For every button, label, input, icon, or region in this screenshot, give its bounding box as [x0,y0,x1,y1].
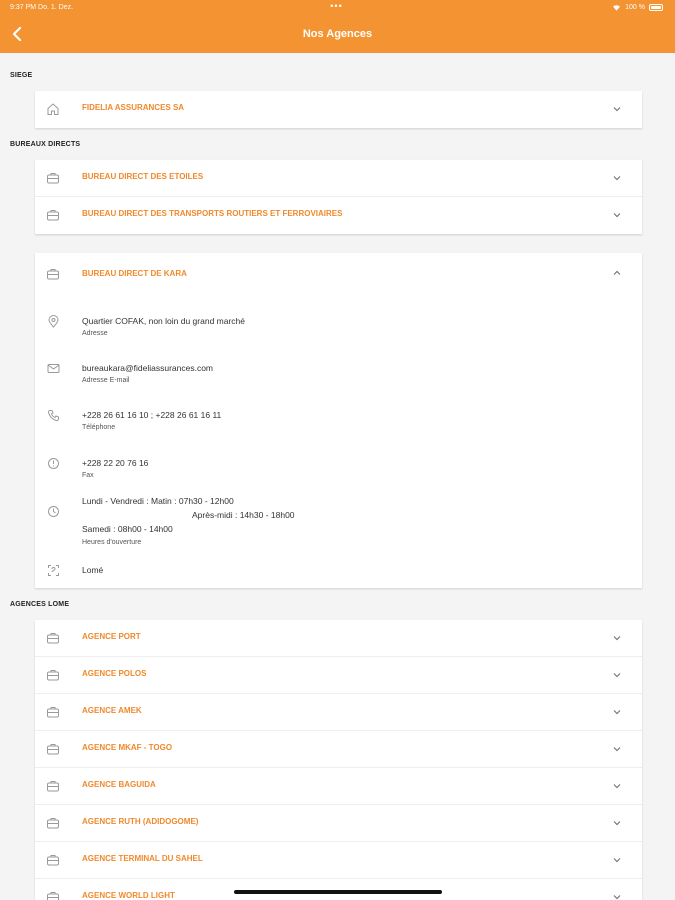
briefcase-icon [47,670,59,681]
multitask-dots: ••• [330,1,343,11]
list-item-agence-port[interactable]: AGENCE PORT [35,620,642,657]
briefcase-icon [47,269,59,280]
status-right: 100 % [612,4,663,11]
list-item-label: AGENCE RUTH (ADIDOGOME) [82,817,199,826]
phone-value[interactable]: +228 26 61 16 10 ; +228 26 61 16 11 [82,409,221,422]
status-bar: 9:37 PM Do. 1. Dez. ••• 100 % [10,1,663,14]
hours-label: Heures d'ouverture [82,539,142,546]
detail-city: Lomé [35,564,642,580]
chevron-down-icon [613,107,621,112]
list-item-label: AGENCE AMEK [82,706,142,715]
list-item-label: AGENCE PORT [82,632,141,641]
briefcase-icon [47,818,59,829]
battery-icon [649,4,663,11]
home-icon [47,103,59,115]
list-item-agence-ruth[interactable]: AGENCE RUTH (ADIDOGOME) [35,805,642,842]
list-item-etoiles[interactable]: BUREAU DIRECT DES ETOILES [35,160,642,197]
list-item-agence-amek[interactable]: AGENCE AMEK [35,694,642,731]
briefcase-icon [47,707,59,718]
section-title-bureaux: BUREAUX DIRECTS [10,141,81,148]
list-item-agence-mkaf[interactable]: AGENCE MKAF - TOGO [35,731,642,768]
list-item-label: AGENCE POLOS [82,669,147,678]
detail-address: Quartier COFAK, non loin du grand marché… [35,315,642,345]
list-item-fidelia[interactable]: FIDELIA ASSURANCES SA [35,91,642,128]
fax-label: Fax [82,472,94,479]
chevron-down-icon [613,636,621,641]
card-bureaux: BUREAU DIRECT DES ETOILES BUREAU DIRECT … [35,160,642,234]
location-pin-icon [48,315,59,328]
fax-value: +228 22 20 76 16 [82,458,149,468]
address-value: Quartier COFAK, non loin du grand marché [82,316,245,326]
city-icon [48,565,59,576]
card-siege: FIDELIA ASSURANCES SA [35,91,642,128]
hours-line2: Après-midi : 14h30 - 18h00 [192,510,295,520]
card-agences: AGENCE PORT AGENCE POLOS AGENCE AMEK AGE… [35,620,642,900]
chevron-down-icon [613,213,621,218]
chevron-up-icon [613,270,621,275]
section-title-agences: AGENCES LOME [10,601,70,608]
email-label: Adresse E-mail [82,377,130,384]
fax-icon [48,458,59,469]
clock-icon [48,506,59,517]
phone-label: Téléphone [82,424,116,431]
briefcase-icon [47,173,59,184]
chevron-down-icon [613,895,621,900]
list-item-agence-terminal-sahel[interactable]: AGENCE TERMINAL DU SAHEL [35,842,642,879]
briefcase-icon [47,892,59,900]
chevron-down-icon [613,176,621,181]
section-title-siege: SIEGE [10,72,33,79]
detail-phone: +228 26 61 16 10 ; +228 26 61 16 11 Télé… [35,409,642,439]
chevron-down-icon [613,747,621,752]
briefcase-icon [47,855,59,866]
city-value: Lomé [82,565,104,575]
address-label: Adresse [82,330,108,337]
hours-line1: Lundi - Vendredi : Matin : 07h30 - 12h00 [82,496,234,506]
wifi-icon [613,5,621,11]
list-item-label: AGENCE BAGUIDA [82,780,156,789]
briefcase-icon [47,633,59,644]
status-time: 9:37 PM Do. 1. Dez. [10,4,74,11]
page-title: Nos Agences [302,28,373,40]
chevron-down-icon [613,821,621,826]
list-item-label: AGENCE MKAF - TOGO [82,743,173,752]
list-item-label: BUREAU DIRECT DES ETOILES [82,172,204,181]
briefcase-icon [47,781,59,792]
detail-hours: Lundi - Vendredi : Matin : 07h30 - 12h00… [35,495,642,551]
detail-email: bureaukara@fideliassurances.com Adresse … [35,362,642,392]
list-item-kara[interactable]: BUREAU DIRECT DE KARA [35,253,642,290]
list-item-label: BUREAU DIRECT DE KARA [82,269,187,278]
hours-line3: Samedi : 08h00 - 14h00 [82,524,173,534]
card-kara-expanded: BUREAU DIRECT DE KARA Quartier COFAK, no… [35,253,642,588]
top-bar: 9:37 PM Do. 1. Dez. ••• 100 % Nos Agence… [0,0,675,53]
list-item-agence-polos[interactable]: AGENCE POLOS [35,657,642,694]
chevron-down-icon [613,784,621,789]
app-window: 9:37 PM Do. 1. Dez. ••• 100 % Nos Agence… [0,0,675,900]
list-item-label: AGENCE WORLD LIGHT [82,891,175,900]
list-item-agence-baguida[interactable]: AGENCE BAGUIDA [35,768,642,805]
briefcase-icon [47,744,59,755]
list-item-label: FIDELIA ASSURANCES SA [82,103,185,112]
chevron-down-icon [613,710,621,715]
email-value[interactable]: bureaukara@fideliassurances.com [82,362,213,375]
list-item-label: AGENCE TERMINAL DU SAHEL [82,854,203,863]
list-item-label: BUREAU DIRECT DES TRANSPORTS ROUTIERS ET… [82,209,343,218]
briefcase-icon [47,210,59,221]
battery-percent: 100 % [625,4,645,11]
chevron-down-icon [613,858,621,863]
chevron-down-icon [613,673,621,678]
detail-fax: +228 22 20 76 16 Fax [35,457,642,487]
list-item-transports[interactable]: BUREAU DIRECT DES TRANSPORTS ROUTIERS ET… [35,197,642,234]
phone-icon [47,410,59,422]
home-indicator[interactable] [234,890,442,894]
mail-icon [47,364,60,373]
